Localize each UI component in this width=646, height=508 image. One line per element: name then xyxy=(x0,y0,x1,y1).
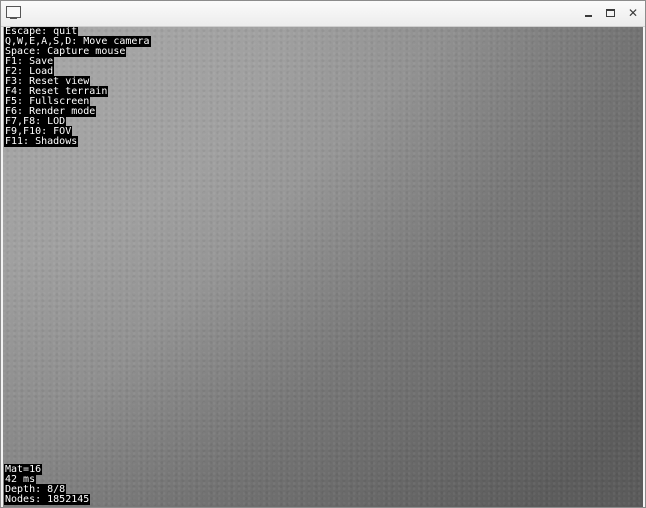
help-line-shadows: F11: Shadows xyxy=(4,136,79,147)
keybinding-help-overlay: Escape: quit Q,W,E,A,S,D: Move camera Sp… xyxy=(4,27,151,147)
minimize-icon xyxy=(585,15,592,17)
terrain-viewport[interactable]: Escape: quit Q,W,E,A,S,D: Move camera Sp… xyxy=(3,27,643,507)
maximize-icon xyxy=(606,9,615,17)
close-button[interactable]: ✕ xyxy=(625,5,641,21)
app-icon[interactable] xyxy=(6,6,21,19)
stat-nodes: Nodes: 1852145 xyxy=(4,494,91,505)
maximize-button[interactable] xyxy=(603,5,619,21)
title-bar[interactable]: ✕ xyxy=(1,1,645,27)
close-icon: ✕ xyxy=(627,6,639,20)
minimize-button[interactable] xyxy=(581,5,597,21)
stats-overlay: Mat=16 42 ms Depth: 8/8 Nodes: 1852145 xyxy=(4,464,91,505)
app-window: ✕ Escape: quit Q,W,E,A,S,D: Move camera … xyxy=(0,0,646,508)
